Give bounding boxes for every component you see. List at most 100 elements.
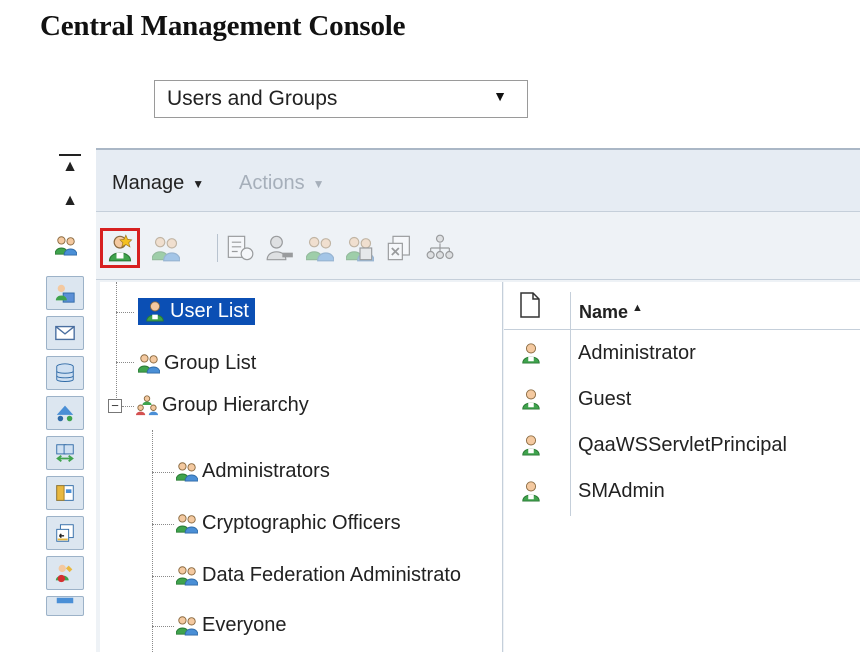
tree-guide xyxy=(152,576,174,577)
federation-icon xyxy=(56,524,74,542)
tab-federation[interactable] xyxy=(46,516,84,550)
tree-item-data-federation-administrators[interactable]: Data Federation Administrato xyxy=(176,558,461,592)
properties-icon xyxy=(227,235,254,261)
toolbar xyxy=(96,214,860,280)
user-icon xyxy=(144,300,166,322)
tree-guide xyxy=(122,406,134,407)
document-icon[interactable] xyxy=(520,292,540,318)
add-members-icon xyxy=(306,234,334,262)
more-icon xyxy=(56,597,74,604)
collapse-up-icon[interactable]: ▲ xyxy=(59,190,81,212)
caret-down-icon: ▼ xyxy=(312,176,325,191)
navigation-tree: User List Group List − Group Hierarchy A… xyxy=(100,282,503,652)
chevron-down-icon: ▼ xyxy=(493,88,507,104)
console-panel: ▲ ▲ Manage ▼ Actions ▼ User List Group L… xyxy=(36,148,860,652)
group-icon xyxy=(138,352,160,374)
group-icon xyxy=(55,234,77,256)
group-icon xyxy=(176,460,198,482)
user-icon xyxy=(520,434,542,456)
tree-guide xyxy=(152,626,174,627)
access-levels-icon xyxy=(55,284,75,303)
connections-icon xyxy=(56,405,74,422)
application-icon xyxy=(56,485,74,501)
remove-user-icon xyxy=(266,235,293,261)
caret-down-icon: ▼ xyxy=(192,176,205,191)
tab-security[interactable] xyxy=(46,556,84,590)
group-hierarchy-icon xyxy=(136,394,158,416)
tree-item-label: Everyone xyxy=(202,613,287,636)
tab-inbox[interactable] xyxy=(46,316,84,350)
tab-access-levels[interactable] xyxy=(46,276,84,310)
tree-item-label: Group List xyxy=(164,351,257,374)
tree-item-group-list[interactable]: Group List xyxy=(138,346,256,380)
cell-name: Administrator xyxy=(578,342,696,364)
replication-icon xyxy=(56,444,74,462)
tree-item-everyone[interactable]: Everyone xyxy=(176,608,287,642)
table-row[interactable]: Guest xyxy=(504,378,860,424)
database-icon xyxy=(56,363,74,382)
tree-guide xyxy=(116,312,134,313)
new-group-button[interactable] xyxy=(148,230,184,266)
tree-item-group-hierarchy[interactable]: Group Hierarchy xyxy=(136,388,309,422)
tree-item-label: Cryptographic Officers xyxy=(202,511,401,534)
tree-item-user-list[interactable]: User List xyxy=(138,294,255,328)
side-tab-strip: ▲ ▲ xyxy=(36,148,96,652)
tab-replication[interactable] xyxy=(46,436,84,470)
tree-collapse-toggle[interactable]: − xyxy=(108,399,122,413)
tab-more[interactable] xyxy=(46,596,84,616)
delete-icon xyxy=(387,235,410,261)
manage-menu[interactable]: Manage ▼ xyxy=(112,172,204,195)
group-icon xyxy=(176,512,198,534)
new-user-button[interactable] xyxy=(100,228,140,268)
table-row[interactable]: QaaWSServletPrincipal xyxy=(504,424,860,470)
users-and-groups-select[interactable]: Users and Groups ▼ xyxy=(154,80,528,118)
tree-guide xyxy=(152,430,153,652)
new-group-icon xyxy=(152,234,180,262)
hierarchy-icon xyxy=(426,234,454,260)
cell-name: QaaWSServletPrincipal xyxy=(578,434,787,456)
tab-users-groups[interactable] xyxy=(36,224,96,266)
tree-item-label: Data Federation Administrato xyxy=(202,563,462,586)
tree-guide xyxy=(152,524,174,525)
join-group-icon xyxy=(346,234,374,262)
user-grid: Name ▲ Administrator Guest QaaWSServletPr… xyxy=(504,282,860,652)
remove-user-button[interactable] xyxy=(262,230,298,266)
properties-button[interactable] xyxy=(222,230,258,266)
column-header-label: Name xyxy=(579,302,629,322)
delete-button[interactable] xyxy=(382,230,418,266)
tree-item-selection: User List xyxy=(138,297,255,325)
tree-item-label: Group Hierarchy xyxy=(162,393,309,416)
collapse-top-icon[interactable]: ▲ xyxy=(59,156,81,178)
new-user-icon xyxy=(106,234,133,262)
tree-item-label: User List xyxy=(170,299,249,322)
page-title: Central Management Console xyxy=(40,10,406,42)
column-header-name[interactable]: Name ▲ xyxy=(570,292,651,330)
actions-menu-label: Actions xyxy=(239,172,305,194)
table-row[interactable]: SMAdmin xyxy=(504,470,860,516)
join-group-button[interactable] xyxy=(342,230,378,266)
tab-servers[interactable] xyxy=(46,356,84,390)
tree-guide xyxy=(116,282,117,410)
user-icon xyxy=(520,342,542,364)
tab-applications[interactable] xyxy=(46,476,84,510)
tree-item-administrators[interactable]: Administrators xyxy=(176,454,330,488)
sort-ascending-icon: ▲ xyxy=(632,302,643,314)
cell-name: SMAdmin xyxy=(578,480,665,502)
envelope-icon xyxy=(55,325,75,341)
menu-bar: Manage ▼ Actions ▼ xyxy=(96,148,860,212)
actions-menu[interactable]: Actions ▼ xyxy=(239,172,324,195)
user-icon xyxy=(520,480,542,502)
hierarchy-button[interactable] xyxy=(422,230,458,266)
manage-menu-label: Manage xyxy=(112,172,185,194)
table-row[interactable]: Administrator xyxy=(504,332,860,378)
tree-item-cryptographic-officers[interactable]: Cryptographic Officers xyxy=(176,506,401,540)
tree-guide xyxy=(152,472,174,473)
grid-header: Name ▲ xyxy=(504,282,860,330)
add-members-button[interactable] xyxy=(302,230,338,266)
security-user-icon xyxy=(55,564,73,583)
cell-name: Guest xyxy=(578,388,632,410)
collapse-top-bar xyxy=(59,154,81,156)
tab-connections[interactable] xyxy=(46,396,84,430)
tree-item-label: Administrators xyxy=(202,459,330,482)
tree-guide xyxy=(116,362,134,363)
